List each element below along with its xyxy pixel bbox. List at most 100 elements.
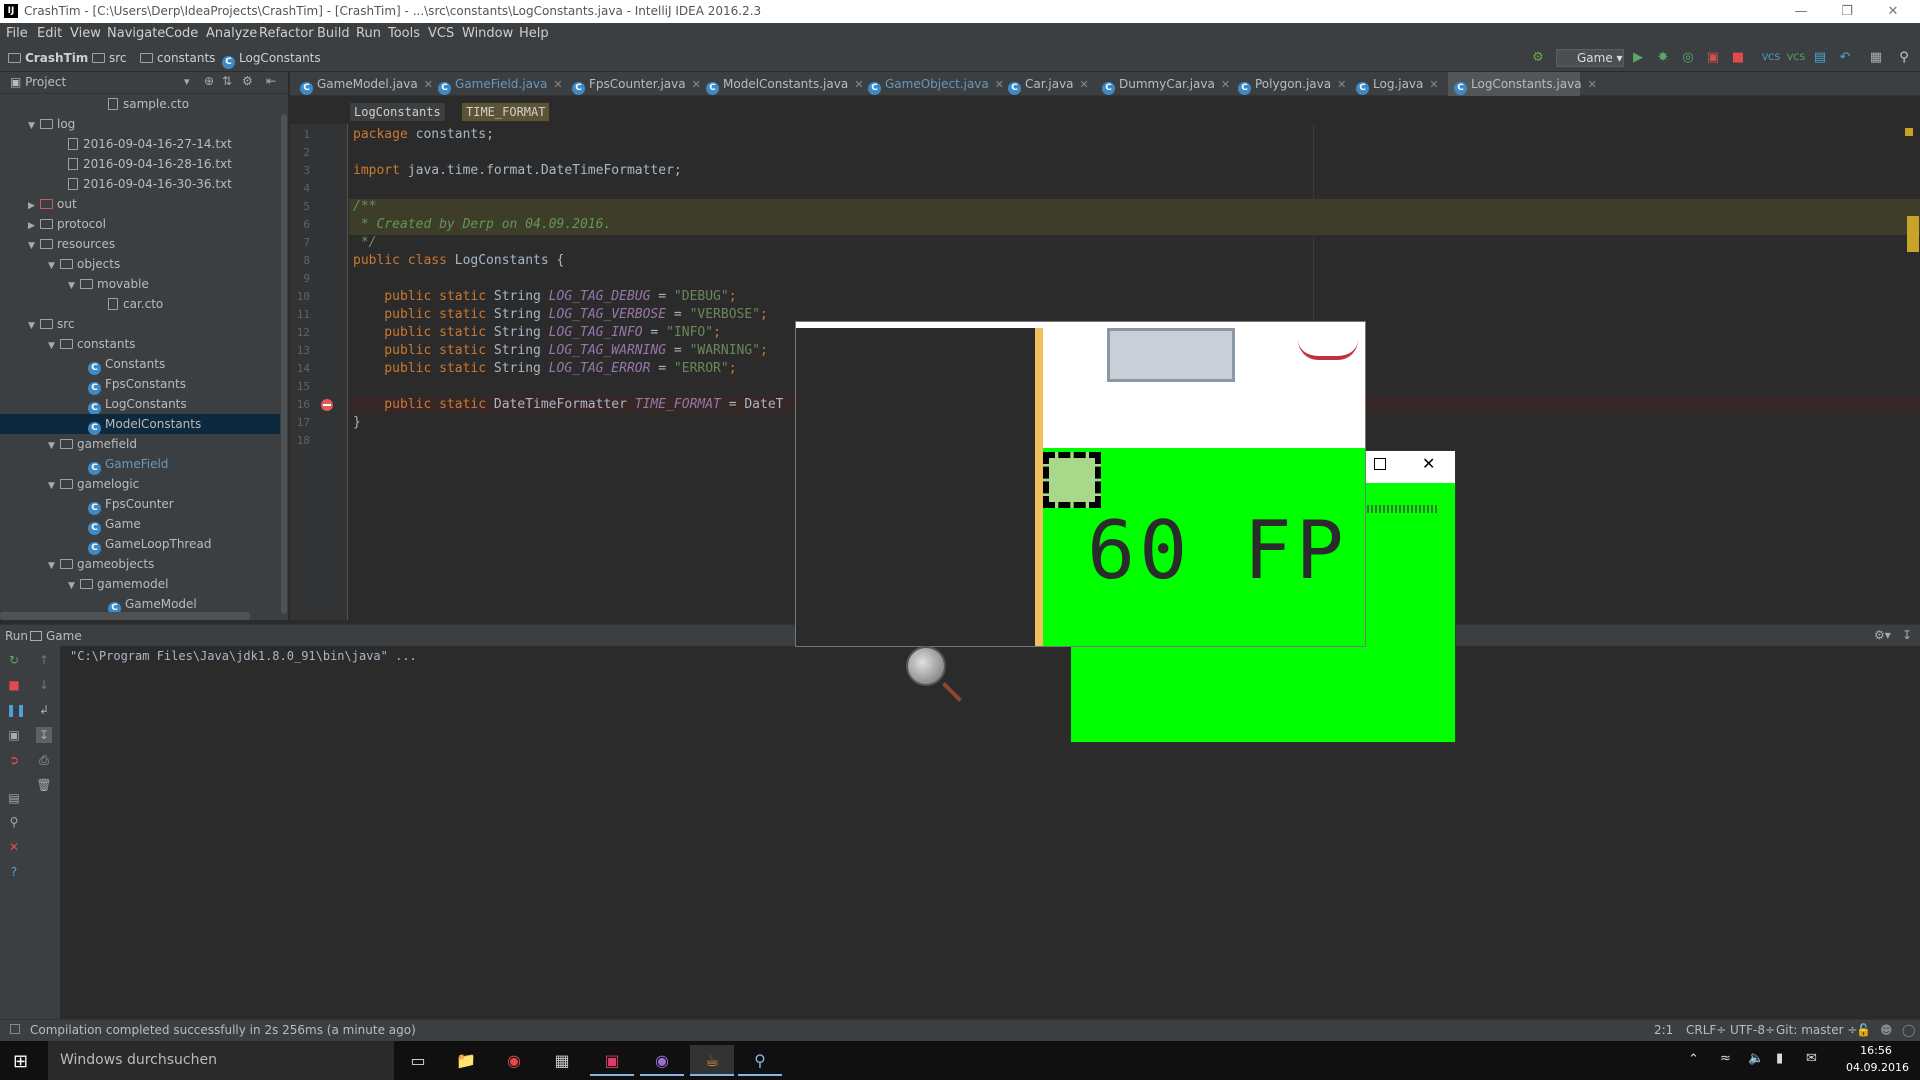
scroll-to-end-icon[interactable]: ↧: [36, 727, 52, 743]
expanded-arrow-icon[interactable]: ▼: [48, 556, 60, 576]
exit-icon[interactable]: ➲: [6, 752, 22, 768]
expanded-arrow-icon[interactable]: ▼: [48, 436, 60, 456]
settings-gear-icon[interactable]: ⚙: [242, 74, 253, 88]
clear-all-icon[interactable]: 🗑: [36, 777, 52, 793]
project-structure-icon[interactable]: ▦: [1868, 50, 1884, 66]
intellij-taskbar-icon[interactable]: ▣: [590, 1045, 634, 1076]
battery-icon[interactable]: ▮: [1776, 1051, 1783, 1066]
editor-tab-dummycar-java[interactable]: C DummyCar.java ✕: [1096, 72, 1232, 96]
expanded-arrow-icon[interactable]: ▼: [48, 336, 60, 356]
tree-item-logconstants[interactable]: C LogConstants: [0, 394, 288, 415]
expanded-arrow-icon[interactable]: ▼: [68, 276, 80, 296]
notifications-icon[interactable]: ✉: [1806, 1051, 1817, 1066]
close-tab-icon[interactable]: ✕: [1080, 78, 1089, 91]
tree-item-gamefield[interactable]: C GameField: [0, 454, 288, 475]
run-config-tab[interactable]: Game: [30, 629, 82, 643]
run-config-dropdown[interactable]: Game ▾: [1556, 49, 1624, 67]
project-hscrollbar[interactable]: [0, 612, 250, 620]
layout-icon[interactable]: ▤: [6, 790, 22, 806]
chrome-icon[interactable]: ◉: [492, 1045, 536, 1076]
tree-item-resources[interactable]: ▼ resources: [0, 234, 288, 254]
java-icon[interactable]: ☕: [690, 1045, 734, 1076]
debug-icon[interactable]: ✸: [1655, 50, 1671, 66]
scrollbar-warning-marker[interactable]: [1907, 216, 1919, 252]
tree-item-objects[interactable]: ▼ objects: [0, 254, 288, 274]
pause-icon[interactable]: ❚❚: [6, 702, 26, 718]
minimize-button[interactable]: —: [1778, 0, 1824, 23]
build-project-icon[interactable]: ⚙: [1530, 50, 1546, 66]
revert-icon[interactable]: ↶: [1837, 50, 1853, 66]
vcs-history-icon[interactable]: ▤: [1812, 50, 1828, 66]
menu-file[interactable]: File: [6, 26, 28, 41]
editor-tab-gamefield-java[interactable]: C GameField.java ✕: [432, 72, 566, 96]
menu-help[interactable]: Help: [519, 26, 549, 41]
inspector-icon[interactable]: ☻: [1880, 1023, 1893, 1037]
search-everywhere-icon[interactable]: ⚲: [1896, 50, 1912, 66]
print-icon[interactable]: ⎙: [36, 752, 52, 768]
editor-tab-logconstants-java[interactable]: C LogConstants.java ✕: [1448, 72, 1597, 96]
tree-item-movable[interactable]: ▼ movable: [0, 274, 288, 294]
collapsed-arrow-icon[interactable]: ▶: [28, 216, 40, 236]
file-encoding[interactable]: UTF-8÷: [1730, 1023, 1775, 1037]
stop-run-icon[interactable]: ■: [6, 677, 22, 693]
menu-view[interactable]: View: [70, 26, 101, 41]
lock-icon[interactable]: 🔓: [1856, 1023, 1871, 1037]
menu-analyze[interactable]: Analyze: [206, 26, 257, 41]
tree-item-src[interactable]: ▼ src: [0, 314, 288, 334]
menu-window[interactable]: Window: [462, 26, 513, 41]
expanded-arrow-icon[interactable]: ▼: [48, 476, 60, 496]
tree-item-fpscounter[interactable]: C FpsCounter: [0, 494, 288, 515]
expanded-arrow-icon[interactable]: ▼: [68, 576, 80, 596]
windows-start-icon[interactable]: ⊞: [13, 1051, 28, 1072]
status-toggle-icon[interactable]: [10, 1024, 20, 1034]
tree-item-sample-cto[interactable]: sample.cto: [0, 94, 288, 114]
scope-dropdown-icon[interactable]: ▾: [184, 75, 190, 88]
pin-icon[interactable]: ⚲: [6, 814, 22, 830]
show-hidden-icons[interactable]: ⌃: [1688, 1052, 1699, 1067]
menu-edit[interactable]: Edit: [37, 26, 62, 41]
menu-navigate[interactable]: Navigate: [107, 26, 165, 41]
app-cat-icon[interactable]: ◉: [640, 1045, 684, 1076]
soft-wrap-icon[interactable]: ↲: [36, 702, 52, 718]
menu-refactor[interactable]: Refactor: [259, 26, 314, 41]
project-scrollbar-thumb[interactable]: [281, 114, 287, 614]
tree-item-gameloopthread[interactable]: C GameLoopThread: [0, 534, 288, 555]
tree-item-2016-09-04-16-28-16-txt[interactable]: 2016-09-04-16-28-16.txt: [0, 154, 288, 174]
clock-date[interactable]: 04.09.2016: [1846, 1061, 1909, 1074]
run-console[interactable]: "C:\Program Files\Java\jdk1.8.0_91\bin\j…: [60, 646, 1920, 1019]
inspection-indicator[interactable]: [1905, 128, 1913, 136]
editor-tab-modelconstants-java[interactable]: C ModelConstants.java ✕: [700, 72, 863, 96]
close-run-icon[interactable]: ✕: [6, 839, 22, 855]
close-tab-icon[interactable]: ✕: [553, 78, 562, 91]
line-separator[interactable]: CRLF÷: [1686, 1023, 1726, 1037]
close-tab-icon[interactable]: ✕: [1429, 78, 1438, 91]
coverage-icon[interactable]: ◎: [1680, 50, 1696, 66]
menu-tools[interactable]: Tools: [388, 26, 420, 41]
editor-tab-gamemodel-java[interactable]: C GameModel.java ✕: [294, 72, 433, 96]
menu-vcs[interactable]: VCS: [428, 26, 454, 41]
editor-tab-log-java[interactable]: C Log.java ✕: [1350, 72, 1448, 96]
run-panel-label[interactable]: Run: [5, 629, 28, 643]
hide-run-panel-icon[interactable]: ↧: [1902, 628, 1912, 642]
restore-button[interactable]: ❐: [1824, 0, 1870, 23]
tree-item-fpsconstants[interactable]: C FpsConstants: [0, 374, 288, 395]
editor-tab-fpscounter-java[interactable]: C FpsCounter.java ✕: [566, 72, 701, 96]
file-explorer-icon[interactable]: 📁: [444, 1045, 488, 1076]
vcs-update-icon[interactable]: VCS: [1762, 50, 1780, 66]
hide-panel-icon[interactable]: ⇤: [266, 74, 276, 88]
volume-icon[interactable]: 🔈: [1748, 1051, 1764, 1066]
tree-item-constants[interactable]: C Constants: [0, 354, 288, 375]
close-tab-icon[interactable]: ✕: [1337, 78, 1346, 91]
maximize-icon[interactable]: [1374, 458, 1386, 470]
close-tab-icon[interactable]: ✕: [1221, 78, 1230, 91]
caret-position[interactable]: 2:1: [1654, 1023, 1673, 1037]
close-window-button[interactable]: ✕: [1870, 0, 1916, 23]
expanded-arrow-icon[interactable]: ▼: [28, 116, 40, 136]
dump-threads-icon[interactable]: ▣: [6, 727, 22, 743]
project-panel-title[interactable]: ▣ Project: [10, 75, 66, 89]
task-view-icon[interactable]: ▭: [396, 1045, 440, 1076]
editor-tab-gameobject-java[interactable]: C GameObject.java ✕: [862, 72, 1004, 96]
error-icon[interactable]: [321, 399, 333, 411]
run-icon[interactable]: ▶: [1630, 50, 1646, 66]
clock-time[interactable]: 16:56: [1850, 1044, 1902, 1057]
